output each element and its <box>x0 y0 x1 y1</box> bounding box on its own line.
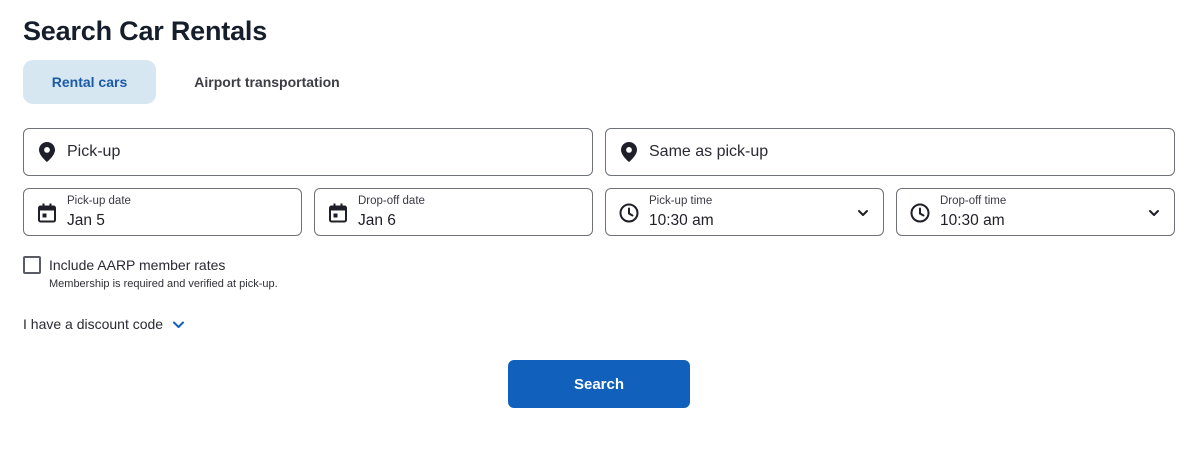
clock-icon <box>618 202 640 224</box>
calendar-icon <box>327 202 349 224</box>
dropoff-date-label: Drop-off date <box>358 195 425 207</box>
page-title: Search Car Rentals <box>23 16 268 46</box>
dropoff-time-value: 10:30 am <box>940 212 1005 229</box>
tab-airport-transportation[interactable]: Airport transportation <box>162 60 372 104</box>
aarp-option: Include AARP member rates Membership is … <box>23 256 278 290</box>
pickup-location-placeholder: Pick-up <box>67 143 121 160</box>
aarp-label[interactable]: Include AARP member rates <box>49 256 278 274</box>
dropoff-time-label: Drop-off time <box>940 195 1007 207</box>
dropoff-location-placeholder: Same as pick-up <box>649 143 769 160</box>
discount-code-label: I have a discount code <box>23 316 164 332</box>
map-pin-icon <box>619 141 639 163</box>
clock-icon <box>909 202 931 224</box>
pickup-time-select[interactable]: Pick-up time 10:30 am <box>605 188 884 236</box>
pickup-time-label: Pick-up time <box>649 195 713 207</box>
aarp-checkbox[interactable] <box>23 256 41 274</box>
dropoff-date-field[interactable]: Drop-off date Jan 6 <box>314 188 593 236</box>
chevron-down-icon <box>172 318 185 331</box>
chevron-down-icon <box>1148 206 1160 218</box>
search-button[interactable]: Search <box>508 360 690 408</box>
dropoff-date-value: Jan 6 <box>358 212 396 229</box>
dropoff-time-select[interactable]: Drop-off time 10:30 am <box>896 188 1175 236</box>
pickup-date-label: Pick-up date <box>67 195 131 207</box>
pickup-date-field[interactable]: Pick-up date Jan 5 <box>23 188 302 236</box>
pickup-date-value: Jan 5 <box>67 212 105 229</box>
calendar-icon <box>36 202 58 224</box>
search-type-tabs: Rental cars Airport transportation <box>23 60 372 104</box>
pickup-location-field[interactable]: Pick-up <box>23 128 593 176</box>
dropoff-location-field[interactable]: Same as pick-up <box>605 128 1175 176</box>
aarp-note: Membership is required and verified at p… <box>49 278 278 290</box>
map-pin-icon <box>37 141 57 163</box>
tab-rental-cars[interactable]: Rental cars <box>23 60 156 104</box>
discount-code-toggle[interactable]: I have a discount code <box>23 316 185 332</box>
aarp-text: Include AARP member rates Membership is … <box>49 256 278 290</box>
pickup-time-value: 10:30 am <box>649 212 714 229</box>
chevron-down-icon <box>857 206 869 218</box>
